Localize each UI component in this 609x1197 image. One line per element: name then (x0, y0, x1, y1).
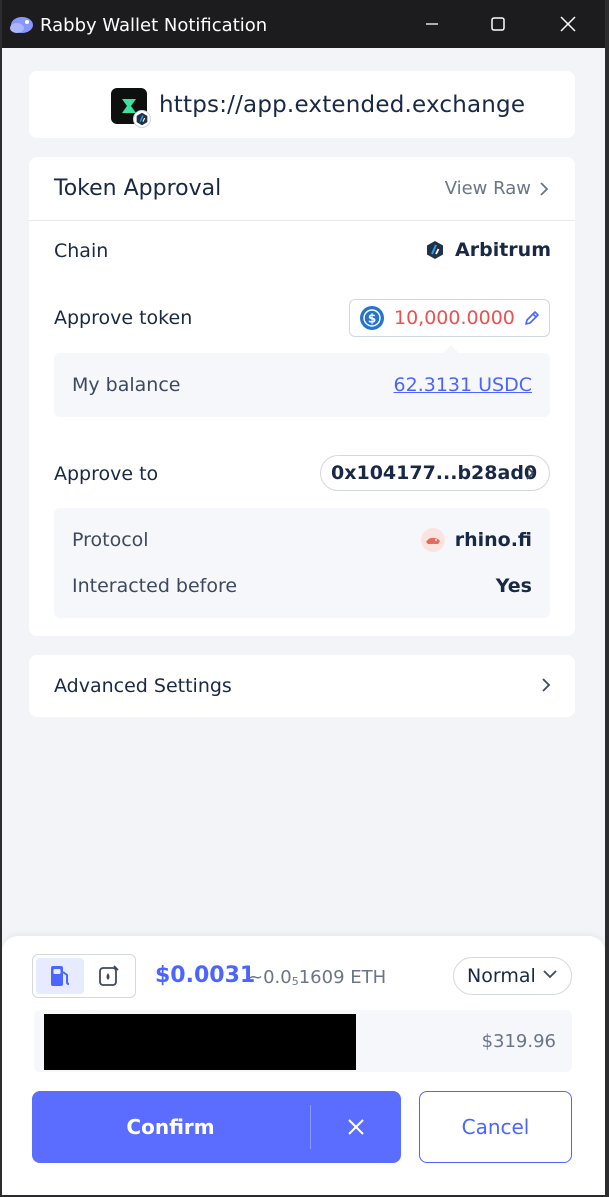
gas-fee-eth-zeros: 5 (291, 975, 299, 988)
extended-logo-icon (122, 99, 136, 113)
interacted-value: Yes (495, 575, 532, 597)
protocol-value: rhino.fi (420, 528, 532, 552)
gas-speed-value: Normal (467, 965, 536, 987)
maximize-button[interactable] (465, 0, 531, 48)
gas-fee-eth-prefix: ~0.0 (248, 967, 292, 988)
balance-pointer (443, 345, 459, 353)
arbitrum-icon (427, 241, 444, 259)
gas-speed-select[interactable]: Normal (453, 957, 572, 995)
minimize-icon (426, 23, 438, 25)
chevron-right-icon (540, 181, 549, 196)
close-window-button[interactable] (535, 0, 601, 48)
chevron-down-icon (543, 970, 557, 979)
transaction-footer: $0.0031 ~0.051609 ETH Normal $319.96 Con… (2, 936, 605, 1195)
token-approval-card: Token Approval View Raw Chain Arbitrum A… (29, 157, 575, 636)
view-raw-label: View Raw (444, 178, 531, 199)
cancel-button[interactable]: Cancel (419, 1091, 572, 1163)
close-icon (560, 16, 576, 32)
protocol-label: Protocol (72, 529, 149, 551)
view-raw-link[interactable]: View Raw (445, 178, 549, 199)
window-titlebar: Rabby Wallet Notification (0, 0, 609, 48)
gas-pump-option[interactable] (36, 958, 84, 994)
approve-to-address-pill[interactable]: 0x104177...b28ad0 (320, 455, 550, 491)
chain-label: Chain (54, 240, 109, 262)
gas-mode-toggle (32, 954, 136, 998)
account-balance-bar: $319.96 (34, 1010, 572, 1072)
my-balance-value[interactable]: 62.3131 USDC (394, 374, 532, 396)
chain-value: Arbitrum (425, 239, 551, 261)
approve-amount-pill[interactable]: $ 10,000.0000 (349, 299, 550, 337)
site-url: https://app.extended.exchange (159, 92, 526, 118)
gas-fee-eth-suffix: 1609 ETH (298, 967, 387, 988)
site-card: https://app.extended.exchange (29, 71, 575, 138)
balance-box: My balance 62.3131 USDC (54, 353, 550, 417)
approve-to-label: Approve to (54, 463, 159, 485)
account-balance-usd: $319.96 (481, 1031, 556, 1052)
confirm-button[interactable]: Confirm (32, 1091, 309, 1163)
approve-to-address: 0x104177...b28ad0 (331, 462, 538, 484)
advanced-settings-label: Advanced Settings (54, 675, 232, 697)
redacted-account (44, 1014, 356, 1070)
approval-header: Token Approval View Raw (29, 157, 575, 221)
edit-icon[interactable] (522, 308, 542, 328)
approval-title: Token Approval (54, 176, 222, 201)
approve-amount: 10,000.0000 (394, 307, 515, 329)
minimize-button[interactable] (399, 0, 465, 48)
site-logo (111, 88, 151, 128)
rhino-fi-icon (420, 528, 445, 552)
gas-account-option[interactable] (85, 958, 133, 994)
advanced-settings-row[interactable]: Advanced Settings (29, 655, 575, 717)
rabby-icon (10, 17, 33, 33)
chevron-right-icon (542, 678, 551, 692)
gas-fee-eth: ~0.051609 ETH (248, 967, 386, 988)
arbitrum-badge-icon (133, 110, 151, 128)
svg-text:$: $ (368, 312, 376, 326)
interacted-label: Interacted before (72, 575, 238, 597)
confirm-button-group: Confirm (32, 1091, 401, 1163)
gas-pump-icon (51, 966, 70, 986)
close-icon (348, 1119, 364, 1135)
approve-token-label: Approve token (54, 307, 193, 329)
maximize-icon (491, 17, 505, 31)
gas-fee-usd: $0.0031 (155, 963, 256, 988)
chain-name: Arbitrum (455, 239, 551, 261)
reject-button[interactable] (311, 1091, 401, 1163)
notification-content: https://app.extended.exchange Token Appr… (2, 48, 605, 1195)
gas-account-icon (99, 965, 119, 986)
protocol-box: Protocol rhino.fi Interacted before Yes (54, 508, 550, 618)
window-title: Rabby Wallet Notification (40, 15, 268, 36)
chevron-right-icon (526, 466, 535, 480)
protocol-name: rhino.fi (454, 529, 532, 551)
usdc-icon: $ (360, 306, 384, 330)
my-balance-label: My balance (72, 374, 181, 396)
